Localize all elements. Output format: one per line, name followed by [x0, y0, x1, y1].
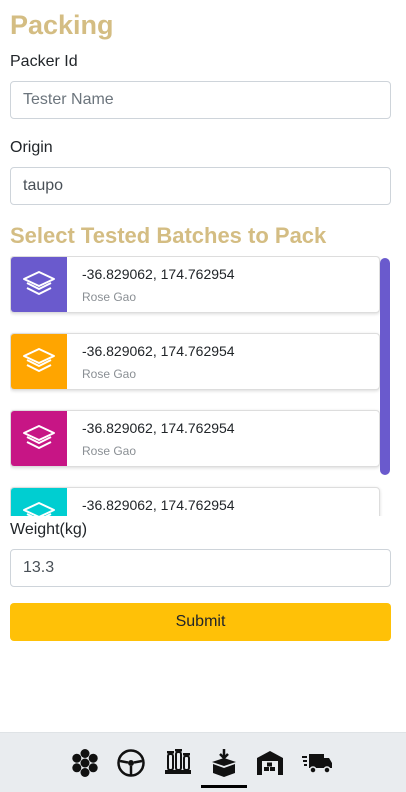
packer-id-input[interactable] — [10, 81, 391, 119]
steering-wheel-icon — [117, 749, 145, 777]
batch-card[interactable]: -36.829062, 174.762954 Rose Gao — [10, 333, 380, 390]
packer-id-label: Packer Id — [10, 53, 78, 70]
hexagons-icon — [72, 749, 98, 777]
layers-icon — [23, 501, 55, 516]
batch-tester-name: Rose Gao — [82, 290, 137, 304]
bottom-nav — [0, 732, 406, 792]
scrollbar-thumb[interactable] — [380, 258, 390, 475]
batch-coordinates: -36.829062, 174.762954 — [82, 266, 235, 282]
nav-item-warehouse[interactable] — [254, 747, 286, 779]
batch-icon-box — [11, 334, 67, 389]
batch-coordinates: -36.829062, 174.762954 — [82, 497, 235, 513]
batch-coordinates: -36.829062, 174.762954 — [82, 420, 235, 436]
batch-card[interactable]: -36.829062, 174.762954 Rose Gao — [10, 410, 380, 467]
nav-item-packing[interactable] — [208, 747, 240, 779]
batch-tester-name: Rose Gao — [82, 367, 137, 381]
layers-icon — [23, 270, 55, 295]
packing-box-icon — [212, 749, 236, 777]
layers-icon — [23, 347, 55, 372]
weight-label: Weight(kg) — [10, 521, 88, 538]
nav-item-steering[interactable] — [115, 747, 147, 779]
nav-active-indicator — [201, 785, 247, 788]
batch-list-scrollbar[interactable] — [380, 258, 390, 516]
test-tubes-icon — [165, 749, 191, 774]
nav-item-delivery[interactable] — [301, 747, 333, 779]
nav-item-testing[interactable] — [162, 747, 194, 779]
batches-section-title: Select Tested Batches to Pack — [10, 223, 327, 248]
warehouse-icon — [257, 751, 283, 775]
origin-label: Origin — [10, 139, 53, 156]
nav-item-hexagons[interactable] — [69, 747, 101, 779]
batch-coordinates: -36.829062, 174.762954 — [82, 343, 235, 359]
origin-input[interactable] — [10, 167, 391, 205]
page-title: Packing — [10, 10, 114, 40]
batch-icon-box — [11, 257, 67, 312]
delivery-truck-icon — [302, 754, 332, 774]
batch-card[interactable]: -36.829062, 174.762954 Rose Gao — [10, 256, 380, 313]
batch-tester-name: Rose Gao — [82, 444, 137, 458]
batch-icon-box — [11, 488, 67, 516]
submit-button[interactable]: Submit — [10, 603, 391, 641]
batch-card[interactable]: -36.829062, 174.762954 — [10, 487, 380, 516]
layers-icon — [23, 424, 55, 449]
batch-icon-box — [11, 411, 67, 466]
weight-input[interactable] — [10, 549, 391, 587]
batch-list[interactable]: -36.829062, 174.762954 Rose Gao -36.8290… — [10, 256, 392, 516]
